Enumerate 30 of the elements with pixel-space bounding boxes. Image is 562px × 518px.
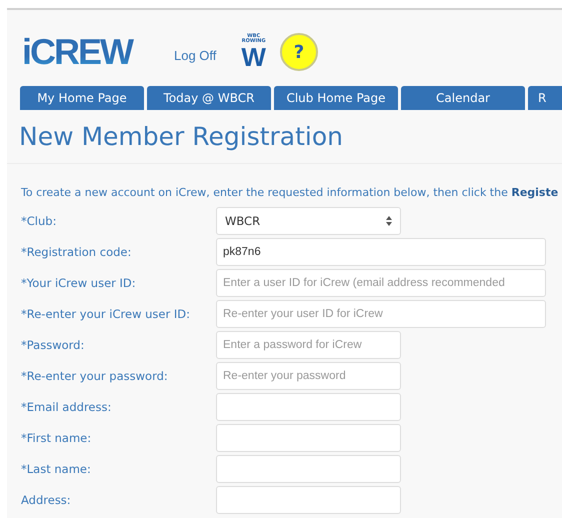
instructions-text: To create a new account on iCrew, enter the requested information below, then click the Registe: [21, 186, 560, 199]
log-off-link[interactable]: Log Off: [174, 48, 216, 62]
input-field[interactable]: pk87n6: [216, 238, 546, 266]
nav-tab[interactable]: R: [528, 86, 562, 110]
field-label: *Re-enter your password:: [21, 369, 169, 383]
input-field[interactable]: Re-enter your password: [216, 362, 401, 390]
input-field[interactable]: [216, 393, 401, 421]
nav-tab[interactable]: Today @ WBCR: [147, 86, 271, 110]
field-label: *Email address:: [21, 400, 112, 414]
nav-tab[interactable]: My Home Page: [20, 86, 144, 110]
input-field[interactable]: [216, 486, 401, 514]
field-label: *Registration code:: [21, 245, 132, 259]
field-label: *Password:: [21, 338, 86, 352]
nav-tab[interactable]: Calendar: [401, 86, 525, 110]
field-label: *Last name:: [21, 462, 92, 476]
input-field[interactable]: Enter a user ID for iCrew (email address recommended: [216, 269, 546, 297]
input-field[interactable]: [216, 424, 401, 452]
field-label: *Your iCrew user ID:: [21, 276, 137, 290]
input-field[interactable]: [216, 455, 401, 483]
club-select[interactable]: WBCR: [216, 207, 401, 235]
field-label: *Re-enter your iCrew user ID:: [21, 307, 191, 321]
help-button[interactable]: ?: [280, 33, 318, 71]
page-title: New Member Registration: [19, 122, 344, 151]
input-field[interactable]: Enter a password for iCrew: [216, 331, 401, 359]
select-arrows-icon: [386, 216, 392, 226]
field-label: *Club:: [21, 214, 58, 228]
field-label: Address:: [21, 493, 72, 507]
field-label: *First name:: [21, 431, 92, 445]
nav-tab[interactable]: Club Home Page: [274, 86, 398, 110]
input-field[interactable]: Re-enter your user ID for iCrew: [216, 300, 546, 328]
